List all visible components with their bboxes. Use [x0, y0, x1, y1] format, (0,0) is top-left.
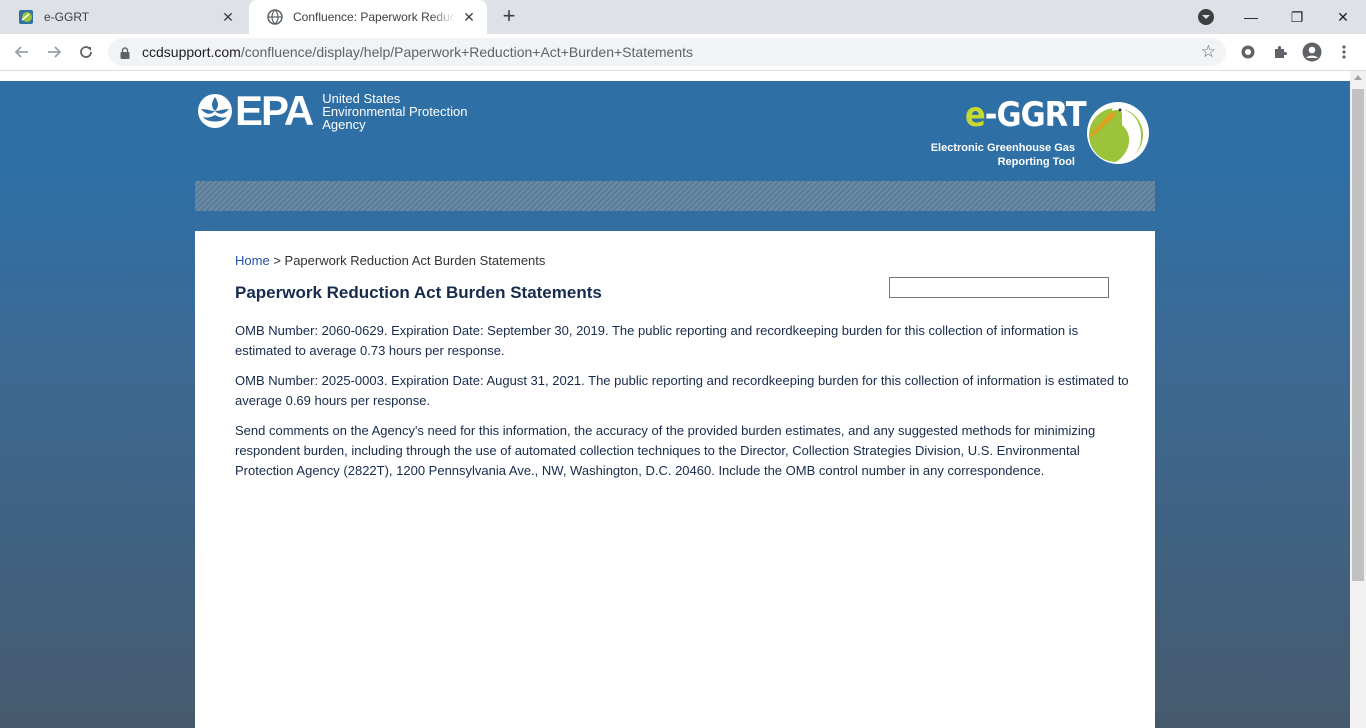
eggrt-line-1: Electronic Greenhouse Gas	[930, 142, 1075, 154]
paragraph: OMB Number: 2060-0629. Expiration Date: …	[235, 323, 1079, 358]
breadcrumb-home-link[interactable]: Home	[235, 253, 270, 268]
tab-strip: e-GGRT ✕ Confluence: Paperwork Reduction…	[0, 0, 1366, 34]
epa-line-3: Agency	[322, 116, 366, 132]
browser-toolbar: ccdsupport.com/confluence/display/help/P…	[0, 34, 1366, 71]
main-content: Home > Paperwork Reduction Act Burden St…	[195, 231, 1155, 728]
eggrt-line-2: Reporting Tool	[997, 156, 1075, 168]
heron-globe-icon	[1087, 102, 1149, 164]
eggrt-logo[interactable]: e-GGRT Electronic Greenhouse Gas Reporti…	[920, 95, 1155, 169]
eggrt-subtitle: Electronic Greenhouse Gas Reporting Tool	[931, 141, 1075, 169]
close-window-icon[interactable]: ✕	[1320, 0, 1366, 34]
epa-agency-name: United States Environmental Protection A…	[322, 92, 467, 131]
paragraph: OMB Number: 2025-0003. Expiration Date: …	[235, 373, 1129, 408]
vertical-scrollbar[interactable]	[1350, 71, 1366, 728]
top-strip	[0, 71, 1350, 81]
menu-kebab-icon[interactable]	[1334, 42, 1354, 62]
forward-arrow-icon[interactable]	[42, 40, 66, 64]
back-arrow-icon[interactable]	[10, 40, 34, 64]
nav-bar	[195, 181, 1155, 211]
minimize-icon[interactable]: —	[1228, 0, 1274, 34]
body-text: OMB Number: 2060-0629. Expiration Date: …	[235, 321, 1135, 491]
paragraph: Send comments on the Agency's need for t…	[235, 423, 1096, 478]
extension-circle-icon[interactable]	[1238, 42, 1258, 62]
scroll-up-icon[interactable]	[1354, 75, 1362, 80]
close-tab-icon[interactable]: ✕	[461, 9, 477, 25]
tab-search-icon[interactable]	[1198, 9, 1214, 25]
url-host: ccdsupport.com	[142, 44, 241, 60]
restore-icon[interactable]: ❐	[1274, 0, 1320, 34]
tab-confluence[interactable]: Confluence: Paperwork Reduction Act Burd…	[249, 0, 487, 34]
url-path: /confluence/display/help/Paperwork+Reduc…	[240, 44, 693, 60]
tab-eggrt[interactable]: e-GGRT ✕	[0, 0, 246, 34]
globe-icon	[267, 9, 283, 25]
tab-title: e-GGRT	[44, 10, 90, 24]
eggrt-wordmark: e-GGRT	[965, 95, 1087, 135]
new-tab-button[interactable]: +	[498, 5, 520, 28]
eggrt-e: e	[965, 95, 986, 135]
breadcrumb-separator: >	[273, 253, 281, 268]
extensions-puzzle-icon[interactable]	[1270, 42, 1290, 62]
close-tab-icon[interactable]: ✕	[220, 9, 236, 25]
address-bar[interactable]: ccdsupport.com/confluence/display/help/P…	[108, 38, 1226, 66]
eggrt-rest: -GGRT	[984, 95, 1087, 135]
lock-icon	[120, 46, 130, 59]
breadcrumb-current: Paperwork Reduction Act Burden Statement…	[284, 253, 546, 268]
epa-logo[interactable]: EPA United States Environmental Protecti…	[197, 87, 477, 134]
search-input[interactable]	[889, 277, 1109, 298]
page-title: Paperwork Reduction Act Burden Statement…	[235, 283, 602, 302]
eggrt-favicon-icon	[18, 9, 34, 25]
url-text: ccdsupport.com/confluence/display/help/P…	[142, 44, 693, 60]
page-viewport: EPA United States Environmental Protecti…	[0, 71, 1350, 728]
epa-wordmark: EPA	[235, 87, 314, 134]
breadcrumb: Home > Paperwork Reduction Act Burden St…	[235, 253, 545, 268]
tab-title: Confluence: Paperwork Reduction Act Burd…	[293, 10, 455, 24]
scrollbar-thumb[interactable]	[1352, 89, 1364, 581]
profile-avatar-icon[interactable]	[1302, 42, 1322, 62]
bookmark-star-icon[interactable]: ☆	[1201, 42, 1216, 62]
reload-icon[interactable]	[74, 40, 98, 64]
epa-flower-icon	[198, 94, 232, 128]
